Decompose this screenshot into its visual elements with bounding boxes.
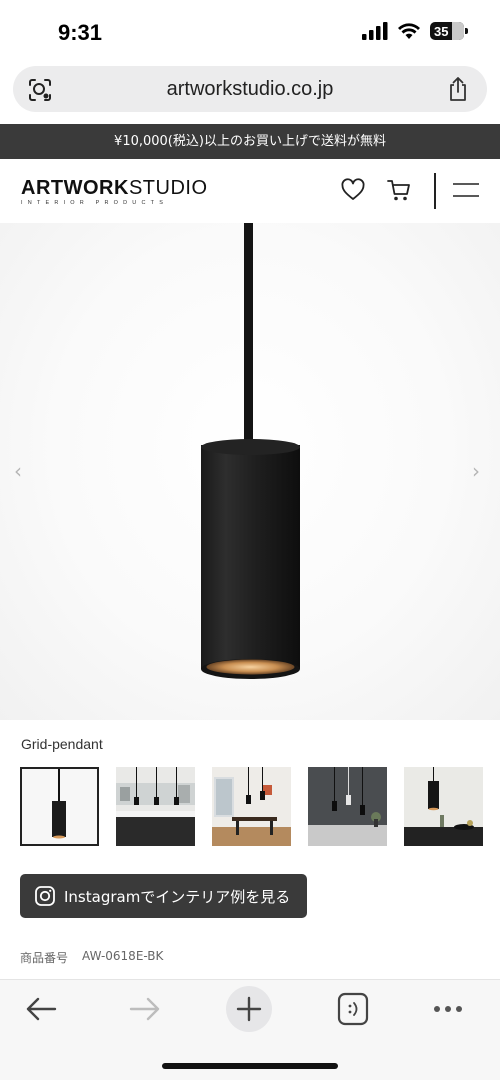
logo-text-light: STUDIO: [128, 177, 208, 199]
battery-level: 35: [434, 23, 449, 39]
previous-image-arrow[interactable]: ‹: [14, 459, 22, 483]
heart-icon[interactable]: [340, 177, 366, 203]
forward-arrow-icon[interactable]: [128, 994, 162, 1024]
free-shipping-banner[interactable]: ¥10,000(税込)以上のお買い上げで送料が無料: [0, 124, 500, 159]
thumbnail-pendant-black[interactable]: [20, 767, 99, 846]
header-divider: [434, 173, 436, 209]
logo-text-bold: ARTWORK: [21, 177, 129, 199]
site-logo[interactable]: ARTWORKSTUDIO INTERIOR PRODUCTS: [21, 178, 208, 206]
home-indicator[interactable]: [162, 1063, 338, 1069]
status-bar: 9:31 35: [0, 0, 500, 64]
thumbnail-dining-room[interactable]: [212, 767, 291, 846]
battery-icon: 35: [430, 22, 468, 40]
product-hero-image[interactable]: ‹ ›: [0, 223, 500, 720]
pendant-lamp-image: [201, 223, 300, 679]
logo-subtitle: INTERIOR PRODUCTS: [21, 200, 169, 206]
share-icon[interactable]: [447, 76, 469, 102]
site-header: ARTWORKSTUDIO INTERIOR PRODUCTS: [0, 159, 500, 223]
product-name: Grid-pendant: [21, 736, 103, 752]
instagram-icon: [35, 886, 55, 906]
instagram-button[interactable]: Instagramでインテリア例を見る: [20, 874, 307, 918]
more-icon[interactable]: [432, 1004, 464, 1014]
plus-icon[interactable]: [226, 986, 272, 1032]
product-sku: 商品番号 AW-0618E-BK: [20, 949, 163, 966]
sku-value: AW-0618E-BK: [82, 949, 164, 963]
sku-label: 商品番号: [20, 951, 69, 965]
next-image-arrow[interactable]: ›: [472, 459, 480, 483]
thumbnail-dark-wall-scene[interactable]: [308, 767, 387, 846]
hamburger-menu-icon[interactable]: [452, 179, 480, 201]
thumbnail-table-scene[interactable]: [404, 767, 483, 846]
instagram-button-label: Instagramでインテリア例を見る: [64, 887, 291, 906]
cellular-signal-icon: [362, 22, 388, 40]
tabs-icon[interactable]: [337, 992, 369, 1026]
status-icons: 35: [362, 22, 468, 40]
url-text[interactable]: artworkstudio.co.jp: [13, 78, 487, 101]
cart-icon[interactable]: [386, 177, 412, 203]
back-arrow-icon[interactable]: [24, 994, 58, 1024]
wifi-icon: [398, 23, 420, 39]
status-time: 9:31: [58, 20, 103, 45]
thumbnail-kitchen-scene[interactable]: [116, 767, 195, 846]
address-bar[interactable]: artworkstudio.co.jp: [13, 66, 487, 112]
thumbnail-gallery: [20, 767, 483, 846]
